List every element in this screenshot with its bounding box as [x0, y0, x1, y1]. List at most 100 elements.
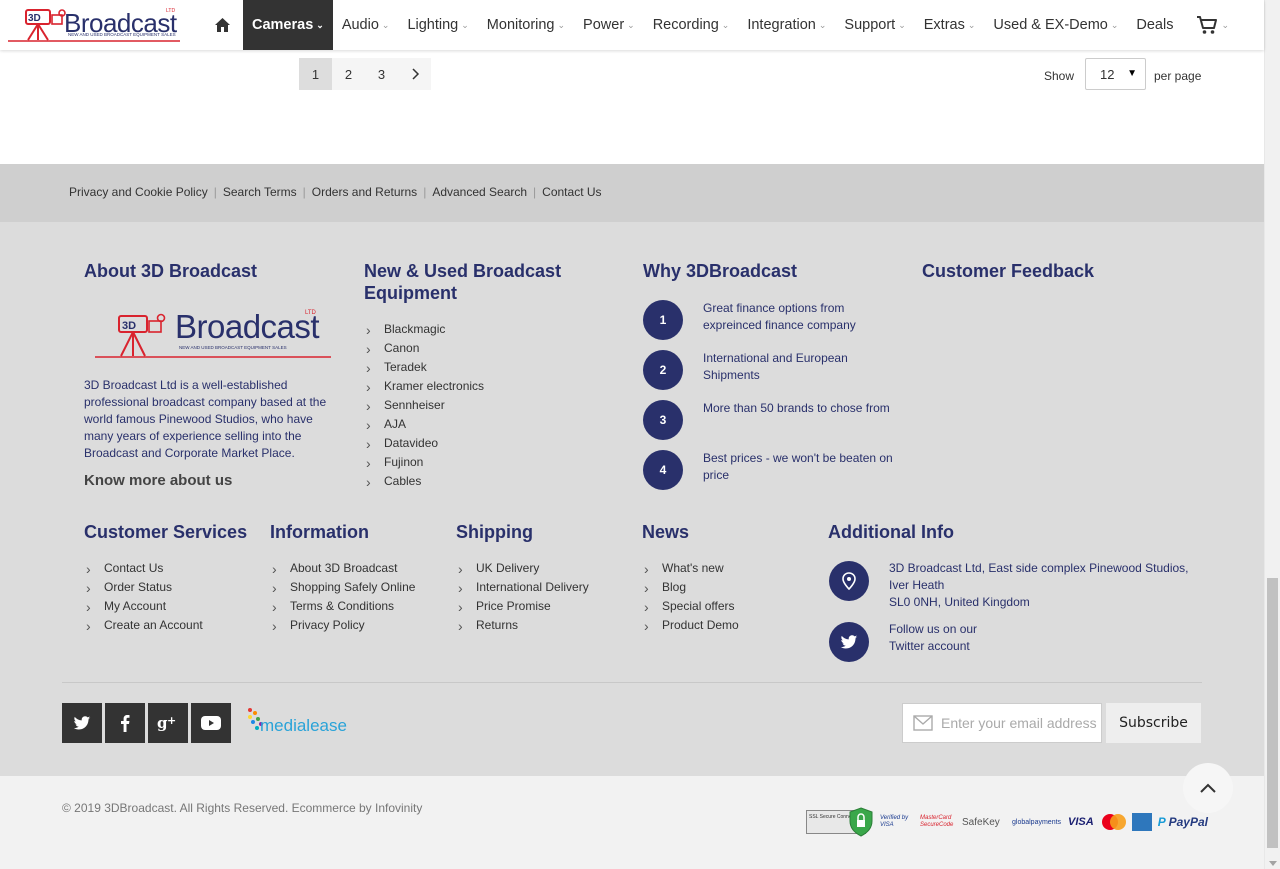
list-item[interactable]: Sennheiser [364, 396, 484, 416]
list-item[interactable]: Price Promise [456, 597, 589, 617]
list-item[interactable]: Terms & Conditions [270, 597, 415, 617]
list-item[interactable]: Special offers [642, 597, 739, 617]
list-item[interactable]: Blog [642, 578, 739, 598]
information-title: Information [270, 522, 369, 542]
subscribe-button[interactable]: Subscribe [1106, 703, 1201, 743]
scroll-to-top-button[interactable] [1183, 763, 1233, 813]
global-payments-badge: globalpayments [1012, 818, 1062, 826]
page-1-button[interactable]: 1 [299, 58, 332, 90]
youtube-icon [201, 716, 221, 730]
page-2-button[interactable]: 2 [332, 58, 365, 90]
nav-label: Deals [1136, 17, 1174, 33]
social-youtube-button[interactable] [191, 703, 231, 743]
pagination: 1 2 3 [299, 58, 431, 90]
link-separator: | [213, 185, 217, 199]
nav-label: Integration [747, 17, 816, 33]
address-line: SL0 0NH, United Kingdom [889, 595, 1030, 609]
twitter-text[interactable]: Follow us on our Twitter account [889, 621, 1089, 655]
list-item[interactable]: Create an Account [84, 616, 203, 636]
nav-deals[interactable]: Deals [1127, 0, 1182, 50]
list-item[interactable]: Privacy Policy [270, 616, 415, 636]
nav-audio[interactable]: Audio ⌄ [333, 0, 399, 50]
page-scrollbar[interactable] [1264, 0, 1280, 869]
list-item[interactable]: What's new [642, 559, 739, 579]
address-line: 3D Broadcast Ltd, East side complex Pine… [889, 561, 1189, 575]
twitter-badge[interactable] [829, 622, 869, 662]
social-google-plus-button[interactable]: g + [148, 703, 188, 743]
footer-link-privacy[interactable]: Privacy and Cookie Policy [69, 185, 208, 199]
footer-links: Privacy and Cookie Policy | Search Terms |… [69, 185, 602, 199]
next-page-button[interactable] [398, 58, 431, 90]
list-item[interactable]: AJA [364, 415, 484, 435]
social-twitter-button[interactable] [62, 703, 102, 743]
amex-icon [1131, 813, 1152, 831]
list-item[interactable]: International Delivery [456, 578, 589, 598]
chevron-down-icon: ⌄ [967, 19, 976, 30]
nav-extras[interactable]: Extras ⌄ [915, 0, 985, 50]
per-page-select[interactable]: 12 ▼ [1085, 58, 1146, 90]
chevron-down-icon: ⌄ [898, 19, 906, 30]
newsletter-email-field[interactable] [902, 703, 1102, 743]
why-text: Best prices - we won't be beaten on pric… [703, 451, 893, 482]
footer-link-advanced-search[interactable]: Advanced Search [432, 185, 527, 199]
list-item[interactable]: Blackmagic [364, 320, 484, 340]
paypal-p-icon: P [1157, 815, 1166, 829]
list-item[interactable]: UK Delivery [456, 559, 589, 579]
scrollbar-thumb[interactable] [1267, 578, 1278, 848]
nav-label: Recording [652, 17, 719, 33]
list-item[interactable]: Shopping Safely Online [270, 578, 415, 598]
medialease-logo[interactable]: medialease [246, 707, 358, 739]
page-3-button[interactable]: 3 [365, 58, 398, 90]
list-item[interactable]: Returns [456, 616, 589, 636]
nav-label: Cameras [252, 17, 314, 33]
number-badge: 2 [643, 350, 683, 390]
facebook-icon [121, 715, 130, 732]
per-page-label: per page [1154, 69, 1202, 83]
nav-integration[interactable]: Integration ⌄ [738, 0, 835, 50]
envelope-icon [913, 715, 933, 731]
shipping-title: Shipping [456, 522, 533, 542]
nav-support[interactable]: Support ⌄ [835, 0, 914, 50]
nav-cart[interactable]: ⌄ [1182, 0, 1243, 50]
footer-logo[interactable]: 3D Broadcast LTD NEW AND USED BROADCAST … [93, 308, 333, 360]
know-more-link[interactable]: Know more about us [84, 472, 232, 489]
chevron-down-icon: ⌄ [1221, 19, 1230, 30]
list-item[interactable]: Contact Us [84, 559, 203, 579]
mastercard-securecode-label: MasterCard SecureCode [920, 815, 954, 828]
list-item[interactable]: Kramer electronics [364, 377, 484, 397]
social-facebook-button[interactable] [105, 703, 145, 743]
list-item[interactable]: Teradek [364, 358, 484, 378]
list-item[interactable]: Order Status [84, 578, 203, 598]
why-title: Why 3DBroadcast [643, 261, 798, 281]
chevron-down-icon: ⌄ [461, 19, 469, 30]
list-item[interactable]: My Account [84, 597, 203, 617]
customer-services-list: Contact Us Order Status My Account Creat… [84, 559, 203, 636]
footer-logo-wordmark: Broadcast [175, 308, 320, 345]
footer-link-search-terms[interactable]: Search Terms [223, 185, 297, 199]
footer-link-orders-returns[interactable]: Orders and Returns [312, 185, 417, 199]
nav-lighting[interactable]: Lighting ⌄ [398, 0, 477, 50]
nav-recording[interactable]: Recording ⌄ [644, 0, 739, 50]
list-item[interactable]: Canon [364, 339, 484, 359]
nav-used-ex-demo[interactable]: Used & EX-Demo ⌄ [984, 0, 1127, 50]
scroll-down-arrow-icon[interactable] [1269, 861, 1277, 866]
list-item[interactable]: Fujinon [364, 453, 484, 473]
nav-cameras[interactable]: Cameras ⌄ [243, 0, 333, 50]
newsletter-email-input[interactable] [941, 704, 1099, 742]
about-text: 3D Broadcast Ltd is a well-established p… [84, 378, 327, 460]
list-item[interactable]: Product Demo [642, 616, 739, 636]
list-item[interactable]: Cables [364, 472, 484, 492]
chevron-right-icon [411, 68, 419, 80]
footer-link-contact-us[interactable]: Contact Us [542, 185, 601, 199]
twitter-icon [73, 715, 91, 729]
list-item[interactable]: About 3D Broadcast [270, 559, 415, 579]
site-logo[interactable]: 3D Broadcast LTD NEW AND USED BROADCAST … [6, 6, 182, 44]
nav-home[interactable] [202, 0, 243, 50]
safekey-badge: SafeKey [962, 816, 1000, 828]
home-icon [215, 18, 230, 32]
list-item[interactable]: Datavideo [364, 434, 484, 454]
nav-monitoring[interactable]: Monitoring ⌄ [478, 0, 574, 50]
nav-power[interactable]: Power ⌄ [574, 0, 644, 50]
feedback-title: Customer Feedback [922, 261, 1095, 281]
chevron-down-icon: ⌄ [381, 19, 390, 30]
